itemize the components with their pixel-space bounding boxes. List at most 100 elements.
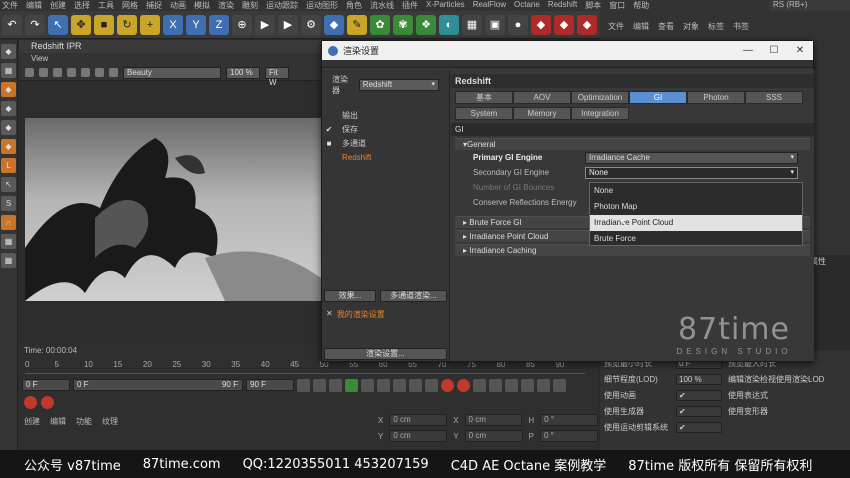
om-menu-item[interactable]: 文件 bbox=[608, 21, 624, 32]
pen-icon[interactable]: ✎ bbox=[347, 14, 367, 35]
coord-field[interactable]: 0 cm bbox=[389, 414, 448, 426]
z-axis-icon[interactable]: Z bbox=[209, 14, 229, 35]
snap-icon[interactable]: S bbox=[1, 196, 16, 211]
workplane-icon[interactable]: ▦ bbox=[1, 234, 16, 249]
tree-item[interactable]: Redshift bbox=[322, 150, 449, 164]
pla-key-icon[interactable] bbox=[553, 378, 566, 392]
tree-check[interactable]: ■ bbox=[322, 139, 336, 148]
start-frame-field[interactable]: 0 F bbox=[22, 379, 70, 391]
scale-icon[interactable]: ■ bbox=[94, 14, 114, 35]
param-key-icon[interactable] bbox=[537, 378, 550, 392]
menu-item[interactable]: 编辑 bbox=[26, 0, 42, 11]
property-field[interactable]: ✔ bbox=[676, 421, 722, 433]
axis-icon[interactable]: L bbox=[1, 158, 16, 173]
menu-item[interactable]: 渲染 bbox=[218, 0, 234, 11]
prev-frame-icon[interactable] bbox=[329, 378, 342, 392]
render-icon[interactable]: ▶ bbox=[278, 14, 298, 35]
primary-gi-select[interactable]: Irradiance Cache ▾ bbox=[585, 151, 798, 164]
menu-item[interactable]: 动画 bbox=[170, 0, 186, 11]
rotate-icon[interactable]: ↻ bbox=[117, 14, 137, 35]
coord-field[interactable]: 0 cm bbox=[464, 414, 523, 426]
range-slider[interactable]: 0 F 90 F bbox=[73, 379, 243, 391]
render-settings-icon[interactable]: ⚙ bbox=[301, 14, 321, 35]
om-menu-item[interactable]: 对象 bbox=[683, 21, 699, 32]
ipr-start-icon[interactable] bbox=[25, 68, 34, 77]
field-icon[interactable]: ◐ bbox=[439, 14, 459, 35]
dropdown-option[interactable]: Photon Map bbox=[590, 199, 802, 215]
tab-基本[interactable]: 基本 bbox=[455, 91, 513, 104]
grid-icon[interactable]: ▦ bbox=[1, 253, 16, 268]
renderer-select[interactable]: Redshift ▾ bbox=[358, 79, 439, 91]
menu-item[interactable]: 模拟 bbox=[194, 0, 210, 11]
multipass-render-button[interactable]: 多通道渲染... bbox=[380, 290, 447, 302]
general-group[interactable]: ▾General bbox=[455, 138, 810, 150]
tweak-icon[interactable]: ↖ bbox=[1, 177, 16, 192]
menu-item[interactable]: 捕捉 bbox=[146, 0, 162, 11]
render-settings-button[interactable]: 渲染设置... bbox=[324, 348, 447, 360]
add-icon[interactable]: + bbox=[140, 14, 160, 35]
menu-item[interactable]: 选择 bbox=[74, 0, 90, 11]
pos-key-icon[interactable] bbox=[489, 378, 502, 392]
menu-item[interactable]: Octane bbox=[514, 0, 540, 11]
settings-icon[interactable] bbox=[109, 68, 118, 77]
menu-item[interactable]: 角色 bbox=[346, 0, 362, 11]
dropdown-option[interactable]: Brute Force bbox=[590, 231, 802, 247]
move-icon[interactable]: ✥ bbox=[71, 14, 91, 35]
menu-item[interactable]: 雕刻 bbox=[242, 0, 258, 11]
coord-system-icon[interactable]: ⊕ bbox=[232, 14, 252, 35]
property-field[interactable]: 100 % bbox=[676, 373, 722, 385]
menu-item[interactable]: 工具 bbox=[98, 0, 114, 11]
make-editable-icon[interactable]: ◆ bbox=[1, 44, 16, 59]
menu-item[interactable]: 文件 bbox=[2, 0, 18, 11]
light-icon[interactable]: ● bbox=[508, 14, 528, 35]
coord-field[interactable]: 0 ° bbox=[540, 430, 598, 442]
menu-item[interactable]: 运动图形 bbox=[306, 0, 338, 11]
go-start-icon[interactable] bbox=[297, 378, 310, 392]
cloner-icon[interactable]: ✾ bbox=[393, 14, 413, 35]
snapshot-icon[interactable] bbox=[67, 68, 76, 77]
keyframe-selection-icon[interactable] bbox=[473, 378, 486, 392]
property-field[interactable]: ✔ bbox=[676, 389, 722, 401]
tab-integration[interactable]: Integration bbox=[571, 107, 629, 120]
floor-icon[interactable]: ▦ bbox=[462, 14, 482, 35]
texture-icon[interactable]: ◆ bbox=[1, 82, 16, 97]
tab-gi[interactable]: GI bbox=[629, 91, 687, 104]
my-render-settings[interactable]: ✕ 我的渲染设置 bbox=[326, 309, 385, 320]
rs-light-icon[interactable]: ◆ bbox=[531, 14, 551, 35]
tab-aov[interactable]: AOV bbox=[513, 91, 571, 104]
scale-key-icon[interactable] bbox=[505, 378, 518, 392]
checker-icon[interactable]: ▦ bbox=[1, 63, 16, 78]
coord-field[interactable]: 0 ° bbox=[540, 414, 598, 426]
menu-item[interactable]: 插件 bbox=[402, 0, 418, 11]
dropdown-option[interactable]: None bbox=[590, 183, 802, 199]
autokey-icon[interactable] bbox=[457, 378, 470, 392]
menu-item[interactable]: X-Particles bbox=[426, 0, 465, 11]
undo-icon[interactable]: ↶ bbox=[2, 14, 22, 35]
camera-icon[interactable]: ▣ bbox=[485, 14, 505, 35]
material-menu-item[interactable]: 纹理 bbox=[102, 416, 118, 427]
record-active-icon[interactable] bbox=[24, 396, 37, 409]
key-move-icon[interactable] bbox=[425, 378, 438, 392]
lock-icon[interactable] bbox=[53, 68, 62, 77]
close-icon[interactable]: ✕ bbox=[787, 45, 813, 56]
tree-item[interactable]: 输出 bbox=[322, 108, 449, 122]
play-icon[interactable] bbox=[345, 378, 358, 392]
y-axis-icon[interactable]: Y bbox=[186, 14, 206, 35]
menu-item[interactable]: 流水线 bbox=[370, 0, 394, 11]
region-icon[interactable] bbox=[95, 68, 104, 77]
menu-item[interactable]: 窗口 bbox=[609, 0, 625, 11]
aov-select[interactable]: Beauty bbox=[123, 66, 221, 79]
secondary-gi-select[interactable]: None ▾ bbox=[585, 166, 798, 179]
edges-icon[interactable]: ◆ bbox=[1, 120, 16, 135]
magnet-icon[interactable]: ∩ bbox=[1, 215, 16, 230]
deformer-icon[interactable]: ❖ bbox=[416, 14, 436, 35]
effects-button[interactable]: 效果... bbox=[324, 290, 376, 302]
ipr-stop-icon[interactable] bbox=[39, 68, 48, 77]
timeline-ruler[interactable]: 0 5 10 15 20 25 30 35 40 45 50 55 60 65 70 75 80 85 90 bbox=[25, 360, 585, 374]
record-icon[interactable] bbox=[441, 378, 454, 392]
record-auto-icon[interactable] bbox=[41, 396, 54, 409]
minimize-icon[interactable]: — bbox=[735, 45, 761, 56]
subdivision-icon[interactable]: ✿ bbox=[370, 14, 390, 35]
tab-system[interactable]: System bbox=[455, 107, 513, 120]
next-key-icon[interactable] bbox=[377, 378, 390, 392]
